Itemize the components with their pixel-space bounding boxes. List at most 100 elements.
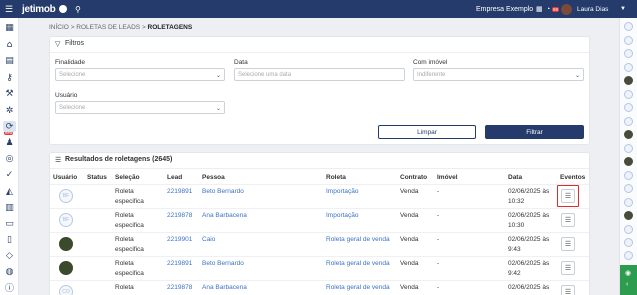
roleta-link[interactable]: Roleta geral de venda (326, 235, 390, 245)
chat-panel-toggle[interactable]: ◉ ‹ (620, 265, 637, 295)
megaphone-icon[interactable]: ◭ (3, 186, 16, 197)
contact-avatar[interactable] (624, 171, 633, 180)
lead-link[interactable]: 2219878 (167, 283, 192, 293)
column-header-roleta: Roleta (326, 174, 346, 181)
pessoa-link[interactable]: Beto Bernardo (202, 259, 244, 269)
search-icon[interactable]: ⚲ (75, 0, 81, 18)
data-line1: 02/06/2025 às (508, 236, 550, 243)
user-avatar[interactable] (561, 0, 572, 18)
user-menu-caret-icon[interactable]: ▼ (620, 0, 626, 18)
collapse-arrow-icon[interactable]: ‹ (626, 281, 628, 288)
chat-icon: ◉ (625, 270, 632, 277)
user-avatar-placeholder: BF (59, 213, 73, 227)
roleta-link[interactable]: Roleta geral de venda (326, 259, 390, 269)
contact-avatar[interactable] (624, 144, 633, 153)
breadcrumb-home[interactable]: INÍCIO (49, 24, 69, 31)
contrato-value: Venda (400, 188, 419, 195)
file-icon[interactable]: ▯ (3, 234, 16, 245)
contact-avatar[interactable] (624, 117, 633, 126)
events-button[interactable]: ☰ (561, 189, 575, 203)
settings-new-icon[interactable]: ✲ (3, 105, 16, 116)
apps-grid-icon[interactable]: ▦ (536, 0, 543, 18)
selecao-line2: especifica (115, 270, 144, 277)
lead-link[interactable]: 2219891 (167, 259, 192, 269)
contrato-value: Venda (400, 212, 419, 219)
breadcrumb-current: ROLETAGENS (147, 24, 193, 31)
roleta-link[interactable]: Roleta geral de venda (326, 283, 390, 293)
data-line1: 02/06/2025 às (508, 260, 550, 267)
contrato-value: Venda (400, 284, 419, 291)
imovel-value: - (437, 284, 440, 291)
contact-avatar[interactable] (624, 238, 633, 247)
contact-avatar[interactable] (624, 130, 633, 139)
people-icon[interactable]: ♟ (3, 137, 16, 148)
map-icon[interactable]: ▭ (3, 218, 16, 229)
contact-avatar[interactable] (624, 63, 633, 72)
events-button[interactable]: ☰ (561, 237, 575, 251)
contact-avatar[interactable] (624, 251, 633, 260)
contact-avatar[interactable] (624, 157, 633, 166)
roleta-link[interactable]: Importação (326, 187, 359, 197)
hammer-icon[interactable]: ⚒ (3, 88, 16, 99)
check-circle-icon[interactable]: ✓ (3, 169, 16, 180)
filter-funnel-icon: ▽ (55, 41, 61, 48)
building-icon[interactable]: ▥ (3, 202, 16, 213)
lead-link[interactable]: 2219878 (167, 211, 192, 221)
target-icon[interactable]: ◎ (3, 153, 16, 164)
finalidade-select[interactable]: Selecione ⌄ (55, 68, 225, 81)
events-button[interactable]: ☰ (561, 261, 575, 275)
divider (50, 168, 589, 169)
contact-avatar[interactable] (624, 76, 633, 85)
key-icon[interactable]: ⚷ (3, 72, 16, 83)
lead-link[interactable]: 2219901 (167, 235, 192, 245)
contact-avatar[interactable] (624, 103, 633, 112)
home-icon[interactable]: ⌂ (3, 39, 16, 50)
finalidade-label: Finalidade (55, 59, 85, 66)
pessoa-link[interactable]: Ana Barbacena (202, 283, 247, 293)
info-icon[interactable]: ⓘ (3, 282, 16, 294)
top-bar: ☰ jetimob ⚲ Empresa Exemplo ▦ ◔ 99 Laura… (0, 0, 637, 18)
events-button[interactable]: ☰ (561, 285, 575, 295)
label-icon[interactable]: ◇ (3, 250, 16, 261)
user-name[interactable]: Laura Dias (577, 0, 608, 18)
grid-icon[interactable]: ▦ (3, 22, 16, 33)
pessoa-link[interactable]: Beto Bernardo (202, 187, 244, 197)
contact-avatar[interactable] (624, 36, 633, 45)
data-line1: 02/06/2025 às (508, 284, 550, 291)
roleta-link[interactable]: Importação (326, 211, 359, 221)
company-name[interactable]: Empresa Exemplo (476, 0, 533, 18)
row-separator (50, 280, 589, 281)
row-separator (50, 184, 589, 185)
hamburger-menu-icon[interactable]: ☰ (5, 0, 13, 18)
contact-avatar[interactable] (624, 198, 633, 207)
data-input[interactable]: Selecione uma data (234, 68, 405, 81)
document-icon[interactable]: ▤ (3, 55, 16, 66)
list-icon: ☰ (564, 289, 572, 295)
divider (50, 52, 589, 53)
contact-avatar[interactable] (624, 225, 633, 234)
chevron-down-icon: ⌄ (215, 106, 221, 112)
globe-icon[interactable]: ◍ (3, 266, 16, 277)
pessoa-link[interactable]: Ana Barbacena (202, 211, 247, 221)
events-button[interactable]: ☰ (561, 213, 575, 227)
contact-avatar[interactable] (624, 22, 633, 31)
roulette-icon[interactable]: ⟳ (3, 121, 16, 132)
imovel-value: - (437, 236, 440, 243)
contact-avatar[interactable] (624, 184, 633, 193)
bell-icon[interactable]: ◔ (546, 0, 550, 18)
data-line2: 10:30 (508, 222, 525, 229)
usuario-select[interactable]: Selecione ⌄ (55, 101, 225, 114)
lead-link[interactable]: 2219891 (167, 187, 192, 197)
clear-button[interactable]: Limpar (378, 125, 476, 139)
filter-button[interactable]: Filtrar (485, 125, 584, 139)
pessoa-link[interactable]: Caio (202, 235, 215, 245)
com-imovel-select[interactable]: Indiferente ⌄ (413, 68, 584, 81)
breadcrumb-roletas[interactable]: ROLETAS DE LEADS (76, 24, 140, 31)
right-contacts-bar: ◉ ‹ (619, 18, 637, 295)
data-line2: 9:43 (508, 246, 521, 253)
selecao-line1: Roleta (115, 188, 134, 195)
contact-avatar[interactable] (624, 49, 633, 58)
data-label: Data (234, 59, 248, 66)
contact-avatar[interactable] (624, 90, 633, 99)
contact-avatar[interactable] (624, 211, 633, 220)
